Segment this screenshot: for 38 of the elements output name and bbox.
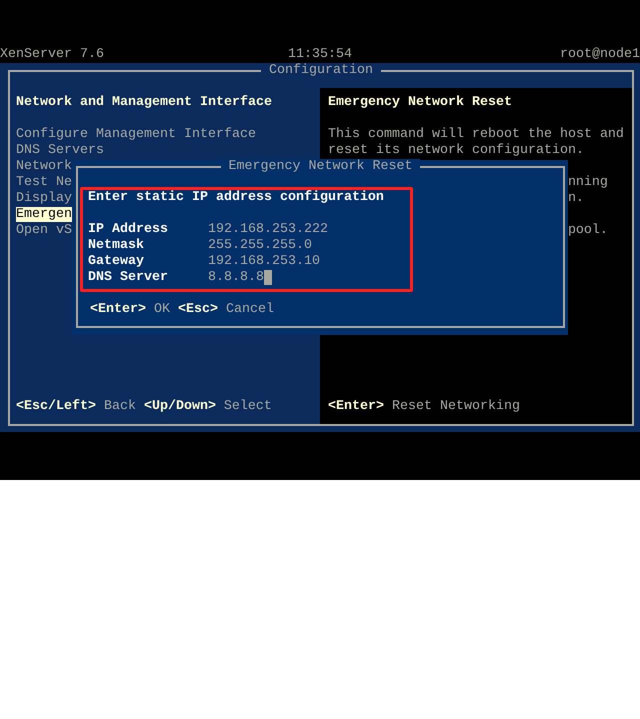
key-label: <Enter> bbox=[328, 399, 384, 415]
clock-time: 11:35:54 bbox=[288, 47, 352, 63]
field-label: IP Address bbox=[88, 222, 169, 238]
input-field[interactable]: 8.8.8.8 bbox=[208, 270, 272, 286]
text-cursor bbox=[264, 270, 272, 285]
menu-item[interactable]: Test Ne bbox=[16, 175, 72, 190]
menu-heading: Network and Management Interface bbox=[16, 95, 273, 111]
detail-text: pool. bbox=[566, 223, 609, 239]
field-label: DNS Server bbox=[88, 270, 169, 286]
dialog-title: Emergency Network Reset bbox=[220, 159, 420, 175]
action-label: Cancel bbox=[226, 302, 274, 318]
menu-item[interactable]: Emergen bbox=[16, 207, 72, 222]
input-field[interactable]: 192.168.253.10 bbox=[208, 254, 320, 270]
detail-text: nning bbox=[566, 175, 609, 191]
action-label: Select bbox=[224, 399, 272, 415]
key-label: <Esc> bbox=[178, 302, 218, 318]
dialog-heading: Enter static IP address configuration bbox=[88, 190, 385, 206]
input-field[interactable]: 255.255.255.0 bbox=[208, 238, 312, 254]
menu-item[interactable]: Network bbox=[16, 159, 72, 174]
menu-item[interactable]: Display bbox=[16, 191, 72, 206]
key-label: <Up/Down> bbox=[144, 399, 216, 415]
field-label: Gateway bbox=[88, 254, 145, 270]
field-label: Netmask bbox=[88, 238, 145, 254]
frame-title: Configuration bbox=[261, 63, 381, 79]
action-label: Reset Networking bbox=[392, 399, 520, 415]
menu-item[interactable]: DNS Servers bbox=[16, 143, 104, 158]
detail-text: reset its network configuration. bbox=[328, 143, 585, 159]
detail-heading: Emergency Network Reset bbox=[328, 95, 513, 111]
product-version: XenServer 7.6 bbox=[0, 47, 104, 63]
input-field[interactable]: 192.168.253.222 bbox=[208, 222, 328, 238]
action-label: OK bbox=[154, 302, 170, 318]
key-label: <Esc/Left> bbox=[16, 399, 96, 415]
key-label: <Enter> bbox=[90, 302, 146, 318]
detail-text: This command will reboot the host and bbox=[328, 127, 624, 143]
user-host: root@node1 bbox=[560, 47, 640, 63]
menu-item[interactable]: Configure Management Interface bbox=[16, 127, 256, 142]
menu-item[interactable]: Open vS bbox=[16, 223, 72, 238]
action-label: Back bbox=[104, 399, 136, 415]
